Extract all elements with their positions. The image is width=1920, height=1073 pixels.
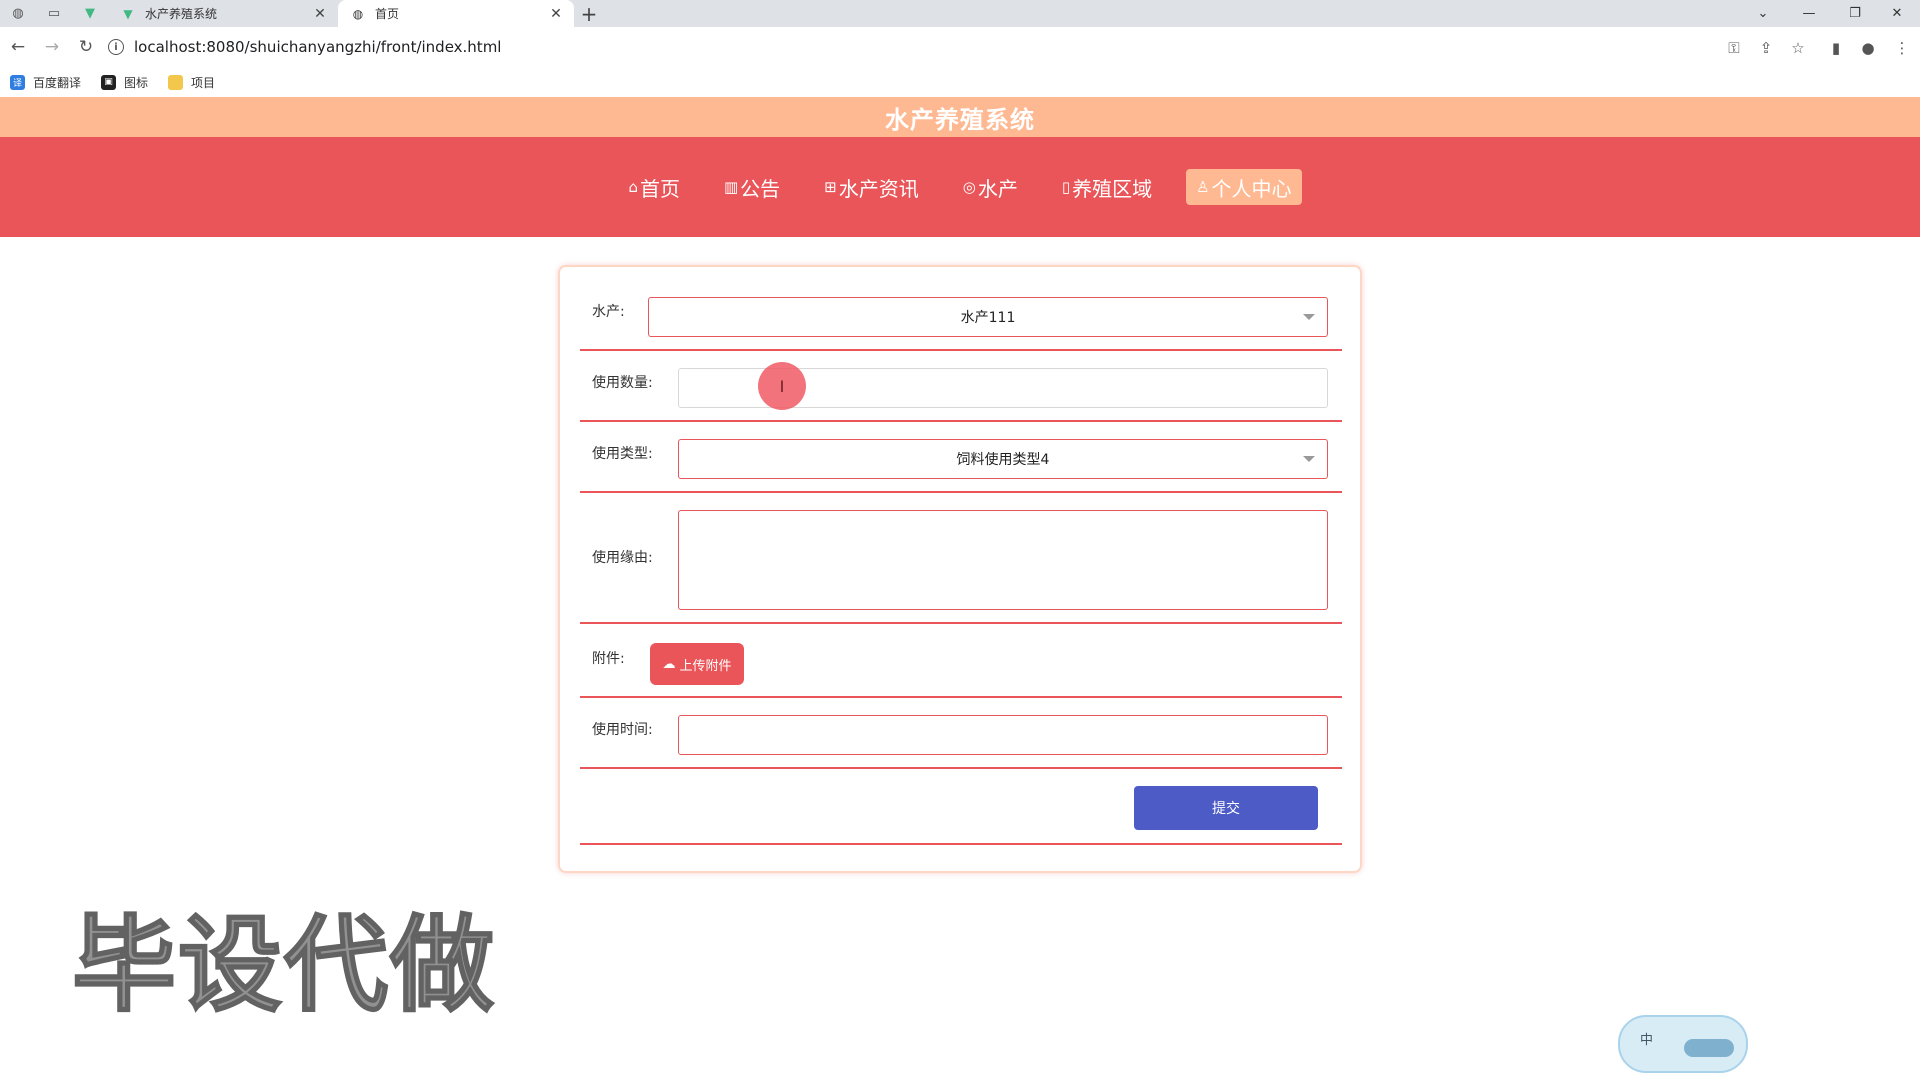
form-row-aquatic: 水产: 水产111 bbox=[580, 267, 1342, 351]
form-row-reason: 使用缘由: bbox=[580, 493, 1342, 624]
star-icon[interactable]: ☆ bbox=[1784, 34, 1812, 62]
bookmark-baidu-translate[interactable]: 译 百度翻译 bbox=[10, 74, 81, 91]
reload-button[interactable]: ↻ bbox=[70, 31, 102, 63]
close-window-button[interactable]: ✕ bbox=[1874, 0, 1920, 27]
side-panel-icon[interactable]: ▮ bbox=[1822, 34, 1850, 62]
nav-label: 水产 bbox=[977, 176, 1018, 201]
use-time-label: 使用时间: bbox=[592, 722, 653, 738]
baidu-translate-icon: 译 bbox=[10, 74, 25, 90]
share-icon[interactable]: ⇪ bbox=[1752, 34, 1780, 62]
submit-button[interactable]: 提交 bbox=[1134, 786, 1318, 830]
news-icon: ⊞ bbox=[824, 178, 837, 196]
use-type-selected-value: 饲料使用类型4 bbox=[956, 452, 1050, 468]
blank-tab-icon[interactable]: ▭ bbox=[36, 0, 72, 27]
back-button[interactable]: ← bbox=[2, 31, 34, 63]
image-icon: ▣ bbox=[101, 74, 117, 90]
site-title-bar: 水产养殖系统 bbox=[0, 97, 1920, 137]
restore-button[interactable]: ❐ bbox=[1832, 0, 1878, 27]
bookmark-project[interactable]: 项目 bbox=[168, 74, 215, 91]
nav-item-notice[interactable]: ▥ 公告 bbox=[714, 169, 790, 205]
nav-label: 公告 bbox=[740, 176, 781, 201]
close-tab-icon[interactable]: ✕ bbox=[548, 6, 564, 22]
mouse-cursor-marker: I bbox=[758, 362, 806, 410]
browser-tab-system[interactable]: ▼ 水产养殖系统 ✕ bbox=[108, 0, 338, 27]
reason-textarea[interactable] bbox=[678, 510, 1328, 610]
browser-tab-home[interactable]: ◍ 首页 ✕ bbox=[338, 0, 574, 27]
upload-button-label: 上传附件 bbox=[679, 658, 732, 674]
forward-button[interactable]: → bbox=[36, 31, 68, 63]
ime-decoration-icon bbox=[1684, 1039, 1734, 1057]
tab-title: 水产养殖系统 bbox=[145, 7, 218, 21]
chevron-down-icon bbox=[1303, 314, 1315, 320]
fish-icon: ◎ bbox=[962, 178, 976, 196]
submit-label: 提交 bbox=[1212, 801, 1240, 817]
site-title: 水产养殖系统 bbox=[885, 105, 1035, 134]
aquatic-select[interactable]: 水产111 bbox=[648, 297, 1328, 337]
aquatic-label: 水产: bbox=[592, 304, 625, 320]
ime-mode-label: 中 bbox=[1640, 1033, 1654, 1048]
new-tab-button[interactable]: + bbox=[574, 0, 604, 27]
chevron-down-icon bbox=[1303, 456, 1315, 462]
attachment-label: 附件: bbox=[592, 651, 625, 667]
bookmark-label: 项目 bbox=[191, 75, 216, 90]
form-row-use-time: 使用时间: bbox=[580, 698, 1342, 769]
tab-title: 首页 bbox=[375, 7, 400, 21]
home-icon: ⌂ bbox=[628, 178, 638, 196]
vue-logo-icon: ▼ bbox=[123, 6, 133, 21]
input-method-widget[interactable]: 中 bbox=[1618, 1015, 1748, 1073]
cloud-upload-icon: ☁ bbox=[662, 656, 676, 672]
nav-label: 水产资讯 bbox=[838, 176, 919, 201]
address-bar: ← → ↻ i localhost:8080/shuichanyangzhi/f… bbox=[0, 27, 1920, 67]
usage-form-card: 水产: 水产111 使用数量: 使用类型: 饲料使用类型4 使用缘由: 附件: … bbox=[558, 265, 1362, 873]
nav-label: 养殖区域 bbox=[1072, 176, 1153, 201]
nav-label: 个人中心 bbox=[1211, 176, 1292, 201]
reason-label: 使用缘由: bbox=[592, 550, 653, 566]
nav-item-breeding-area[interactable]: ▯ 养殖区域 bbox=[1052, 169, 1162, 205]
browser-tab-strip: ◍ ▭ ▼ ▼ 水产养殖系统 ✕ ◍ 首页 ✕ + ⌄ — ❐ ✕ bbox=[0, 0, 1920, 27]
area-icon: ▯ bbox=[1061, 178, 1071, 196]
minimize-button[interactable]: — bbox=[1786, 0, 1832, 27]
nav-label: 首页 bbox=[639, 176, 680, 201]
site-info-icon[interactable]: i bbox=[108, 39, 124, 55]
bookmark-icons[interactable]: ▣ 图标 bbox=[101, 74, 148, 91]
nav-item-news[interactable]: ⊞ 水产资讯 bbox=[814, 169, 929, 205]
main-nav: ⌂ 首页 ▥ 公告 ⊞ 水产资讯 ◎ 水产 ▯ 养殖区域 ♙ 个人中心 bbox=[0, 137, 1920, 237]
aquatic-selected-value: 水产111 bbox=[960, 310, 1016, 326]
globe-tab-icon[interactable]: ◍ bbox=[0, 0, 36, 27]
key-icon[interactable]: ⚿ bbox=[1720, 34, 1748, 62]
url-field[interactable]: i localhost:8080/shuichanyangzhi/front/i… bbox=[108, 31, 1788, 63]
folder-icon bbox=[168, 74, 184, 90]
quantity-label: 使用数量: bbox=[592, 375, 653, 391]
use-type-label: 使用类型: bbox=[592, 446, 653, 462]
notice-icon: ▥ bbox=[723, 178, 739, 196]
nav-item-personal-center[interactable]: ♙ 个人中心 bbox=[1186, 169, 1302, 205]
form-row-attachment: 附件: ☁ 上传附件 bbox=[580, 624, 1342, 698]
vue-tab-icon[interactable]: ▼ bbox=[72, 0, 108, 27]
upload-attachment-button[interactable]: ☁ 上传附件 bbox=[650, 643, 744, 685]
bookmark-label: 百度翻译 bbox=[33, 75, 82, 90]
tab-search-icon[interactable]: ⌄ bbox=[1740, 0, 1786, 27]
menu-dots-icon[interactable]: ⋮ bbox=[1888, 34, 1916, 62]
use-time-input[interactable] bbox=[678, 715, 1328, 755]
profile-avatar-icon[interactable]: ● bbox=[1854, 34, 1882, 62]
nav-item-home[interactable]: ⌂ 首页 bbox=[618, 169, 690, 205]
nav-item-aquatic[interactable]: ◎ 水产 bbox=[953, 169, 1028, 205]
form-row-use-type: 使用类型: 饲料使用类型4 bbox=[580, 422, 1342, 493]
user-icon: ♙ bbox=[1196, 178, 1210, 196]
form-row-quantity: 使用数量: bbox=[580, 351, 1342, 422]
globe-icon: ◍ bbox=[352, 6, 364, 21]
watermark-text: 毕设代做 bbox=[71, 903, 497, 1027]
bookmarks-bar: 译 百度翻译 ▣ 图标 项目 bbox=[0, 67, 1920, 97]
url-text: localhost:8080/shuichanyangzhi/front/ind… bbox=[134, 38, 502, 56]
bookmark-label: 图标 bbox=[124, 75, 149, 90]
use-type-select[interactable]: 饲料使用类型4 bbox=[678, 439, 1328, 479]
close-tab-icon[interactable]: ✕ bbox=[312, 6, 328, 22]
